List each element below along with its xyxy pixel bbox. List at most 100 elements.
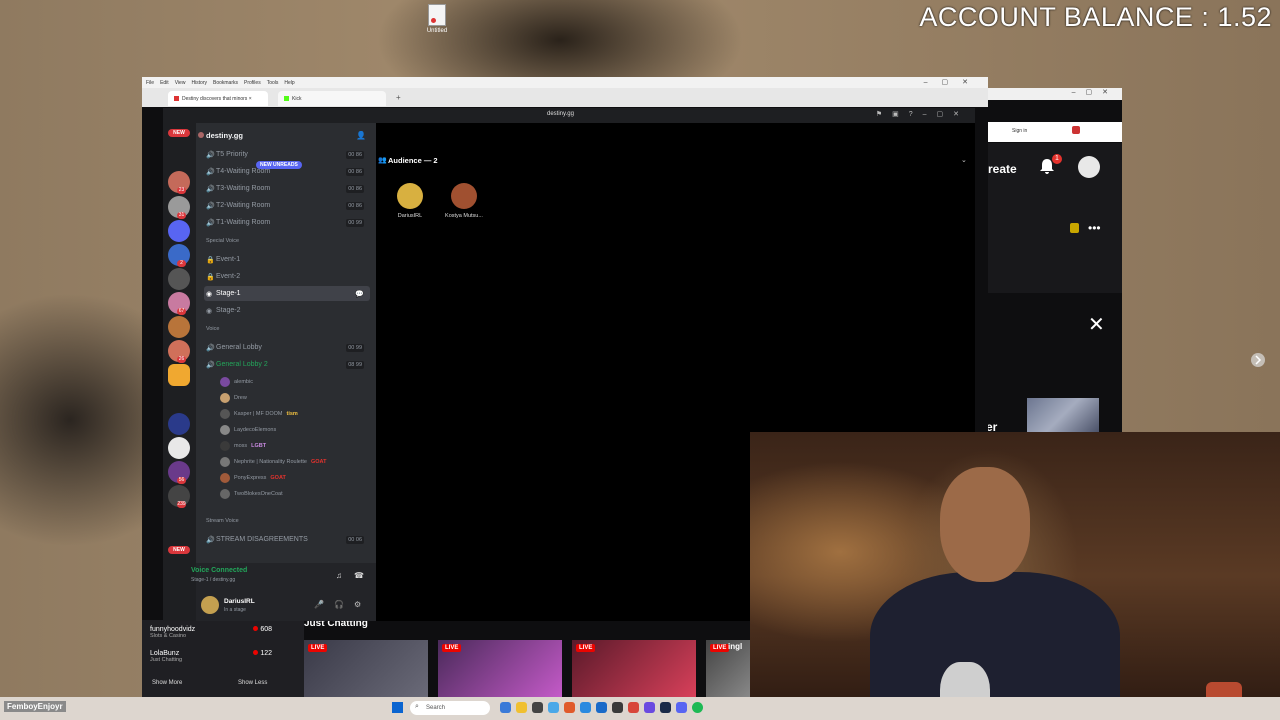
voice-user[interactable]: moss LGBT xyxy=(220,439,266,453)
titlebar-icons[interactable]: ⚑▣?–▢✕ xyxy=(876,110,969,118)
steam-icon[interactable] xyxy=(660,702,671,713)
stream-thumbnail[interactable]: LIVE ingl xyxy=(706,640,750,697)
edge-icon[interactable] xyxy=(580,702,591,713)
preview-thumbnail[interactable] xyxy=(1027,398,1099,432)
headphones-icon[interactable]: 🎧 xyxy=(334,600,344,609)
taskbar-app-icon[interactable] xyxy=(644,702,655,713)
menu-history[interactable]: History xyxy=(191,80,207,86)
signin-link[interactable]: Sign in xyxy=(1012,128,1027,134)
voice-user[interactable]: Kasper | MF DOOM tism xyxy=(220,407,298,421)
channel-name: General Lobby xyxy=(216,344,262,351)
stream-thumbnail[interactable]: LIVE xyxy=(438,640,562,697)
chevron-down-icon[interactable]: ⌄ xyxy=(961,156,967,164)
create-button[interactable]: reate xyxy=(988,162,1017,176)
next-arrow-icon[interactable] xyxy=(1250,352,1266,368)
user-name: TwoBlokesOneCoat xyxy=(234,491,283,497)
user-avatar[interactable] xyxy=(1078,156,1100,178)
avatar[interactable] xyxy=(201,596,219,614)
taskbar-app-icon[interactable] xyxy=(548,702,559,713)
account-balance-overlay: ACCOUNT BALANCE : 1.52 xyxy=(919,2,1272,32)
channel-name: STREAM DISAGREEMENTS xyxy=(216,536,308,543)
desktop-file-icon[interactable]: Untitled xyxy=(424,4,450,34)
user-name: LaydecoElemons xyxy=(234,427,277,433)
server-icon[interactable] xyxy=(168,364,190,386)
window-controls[interactable]: –▢✕ xyxy=(988,88,1122,100)
tab-kick[interactable]: Kick xyxy=(278,91,386,106)
browser-window-controls[interactable]: –▢✕ xyxy=(924,78,982,86)
stage-channel-active[interactable]: ◉ Stage-1 💬 xyxy=(204,286,370,301)
username[interactable]: DariusIRL xyxy=(224,598,255,605)
soundboard-icon[interactable]: ♫ xyxy=(336,571,342,580)
server-name[interactable]: destiny.gg xyxy=(206,131,243,140)
voice-channel[interactable]: 🔊 General Lobby 00 99 xyxy=(204,340,370,355)
audience-member[interactable]: Kostya Mutsu... xyxy=(442,183,486,219)
server-icon[interactable] xyxy=(168,437,190,459)
taskbar-app-icon[interactable] xyxy=(532,702,543,713)
voice-user[interactable]: PonyExpress GOAT xyxy=(220,471,286,485)
voice-channel[interactable]: 🔊 T2-Waiting Room 00 86 xyxy=(204,198,370,213)
menu-edit[interactable]: Edit xyxy=(160,80,169,86)
chat-icon[interactable]: 💬 xyxy=(355,290,364,298)
disconnect-icon[interactable]: ☎ xyxy=(354,571,364,580)
voice-channel[interactable]: 🔊 T1-Waiting Room 00 99 xyxy=(204,215,370,230)
audience-header[interactable]: Audience — 2 xyxy=(388,156,438,165)
voice-channel[interactable]: 🔊 T3-Waiting Room 00 86 xyxy=(204,181,370,196)
voice-connected-label[interactable]: Voice Connected xyxy=(191,567,247,574)
menu-bookmarks[interactable]: Bookmarks xyxy=(213,80,238,86)
trash-icon[interactable] xyxy=(1070,223,1079,233)
add-user-icon[interactable]: 👤 xyxy=(356,131,366,140)
discord-icon[interactable] xyxy=(676,702,687,713)
menu-view[interactable]: View xyxy=(175,80,186,86)
voice-user[interactable]: Nephrite | Nationality Roulette GOAT xyxy=(220,455,326,469)
server-icon[interactable] xyxy=(168,316,190,338)
spotify-icon[interactable] xyxy=(692,702,703,713)
voice-channel[interactable]: 🔊 T4-Waiting Room 00 86 xyxy=(204,164,370,179)
menu-tools[interactable]: Tools xyxy=(267,80,279,86)
folder-icon[interactable] xyxy=(516,702,527,713)
server-icon[interactable] xyxy=(168,220,190,242)
voice-channel-sub[interactable]: Stage-1 / destiny.gg xyxy=(191,577,235,583)
show-more-link[interactable]: Show More xyxy=(152,680,182,686)
category-header[interactable]: Stream Voice xyxy=(206,518,239,524)
stage-channel[interactable]: ◉ Stage-2 xyxy=(204,303,370,318)
taskbar-app-icon[interactable] xyxy=(500,702,511,713)
menu-file[interactable]: File xyxy=(146,80,154,86)
opera-icon[interactable] xyxy=(628,702,639,713)
category-header[interactable]: Special Voice xyxy=(206,238,239,244)
close-icon[interactable]: ✕ xyxy=(1088,312,1105,337)
menu-profiles[interactable]: Profiles xyxy=(244,80,261,86)
stream-thumbnail[interactable]: LIVE xyxy=(572,640,696,697)
windows-start-icon[interactable] xyxy=(392,702,403,713)
stream-thumbnail[interactable]: LIVE xyxy=(304,640,428,697)
taskbar-app-icon[interactable] xyxy=(564,702,575,713)
voice-channel[interactable]: 🔊 STREAM DISAGREEMENTS 00 06 xyxy=(204,532,370,547)
server-icon[interactable] xyxy=(168,413,190,435)
more-options-icon[interactable]: ••• xyxy=(1088,221,1101,235)
voice-connection-panel: Voice Connected Stage-1 / destiny.gg ♫ ☎ xyxy=(191,563,376,591)
voice-user[interactable]: TwoBlokesOneCoat xyxy=(220,487,283,501)
voice-user[interactable]: Drew xyxy=(220,391,247,405)
locked-channel[interactable]: 🔒 Event-1 xyxy=(204,252,370,267)
voice-user[interactable]: alembic xyxy=(220,375,253,389)
menu-help[interactable]: Help xyxy=(284,80,294,86)
voice-channel[interactable]: 🔊 T5 Priority 00 86 xyxy=(204,147,370,162)
taskbar-app-icon[interactable] xyxy=(612,702,623,713)
tab-destiny[interactable]: Destiny discovers that minors × xyxy=(168,91,268,106)
user-panel: DariusIRL In a stage 🎤 🎧 ⚙ xyxy=(196,591,376,621)
new-tab-button[interactable]: + xyxy=(396,93,401,102)
voice-channel-active[interactable]: 🔊 General Lobby 2 08 99 xyxy=(204,357,370,372)
show-less-link[interactable]: Show Less xyxy=(238,680,267,686)
extension-icon[interactable] xyxy=(1072,126,1080,134)
category-header[interactable]: Voice xyxy=(206,326,219,332)
taskbar-app-icon[interactable] xyxy=(596,702,607,713)
search-input[interactable]: ⌕ Search xyxy=(410,701,490,715)
gear-icon[interactable]: ⚙ xyxy=(354,600,361,609)
side-channel[interactable]: LolaBunz Just Chatting xyxy=(150,650,182,663)
server-icon[interactable] xyxy=(168,268,190,290)
locked-channel[interactable]: 🔒 Event-2 xyxy=(204,269,370,284)
mute-icon[interactable]: 🎤 xyxy=(314,600,324,609)
side-channel[interactable]: funnyhoodvidz Slots & Casino xyxy=(150,626,195,639)
audience-member[interactable]: DariusIRL xyxy=(388,183,432,219)
live-badge: LIVE xyxy=(576,644,596,652)
voice-user[interactable]: LaydecoElemons xyxy=(220,423,276,437)
